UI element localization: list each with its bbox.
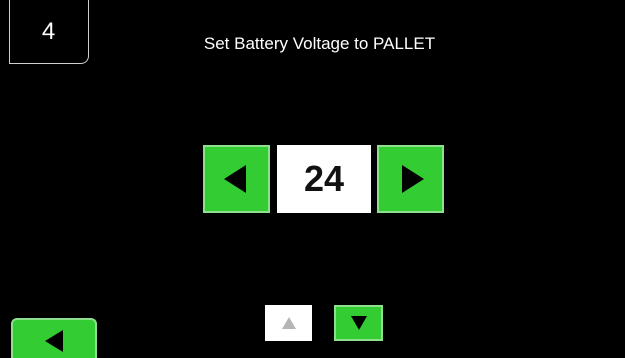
scroll-down-button[interactable] (334, 305, 383, 341)
voltage-value-display: 24 (277, 145, 371, 213)
down-triangle-icon (350, 316, 367, 330)
increase-voltage-button[interactable] (377, 145, 444, 213)
page-title: Set Battery Voltage to PALLET (203, 34, 436, 53)
decrease-voltage-button[interactable] (203, 145, 270, 213)
voltage-value: 24 (303, 158, 345, 199)
up-triangle-icon (281, 317, 296, 329)
step-badge: 4 (9, 0, 89, 64)
scroll-up-button[interactable] (265, 305, 312, 341)
back-button[interactable] (11, 318, 97, 358)
right-triangle-icon (401, 165, 424, 193)
back-triangle-icon (45, 330, 63, 352)
left-triangle-icon (223, 165, 246, 193)
